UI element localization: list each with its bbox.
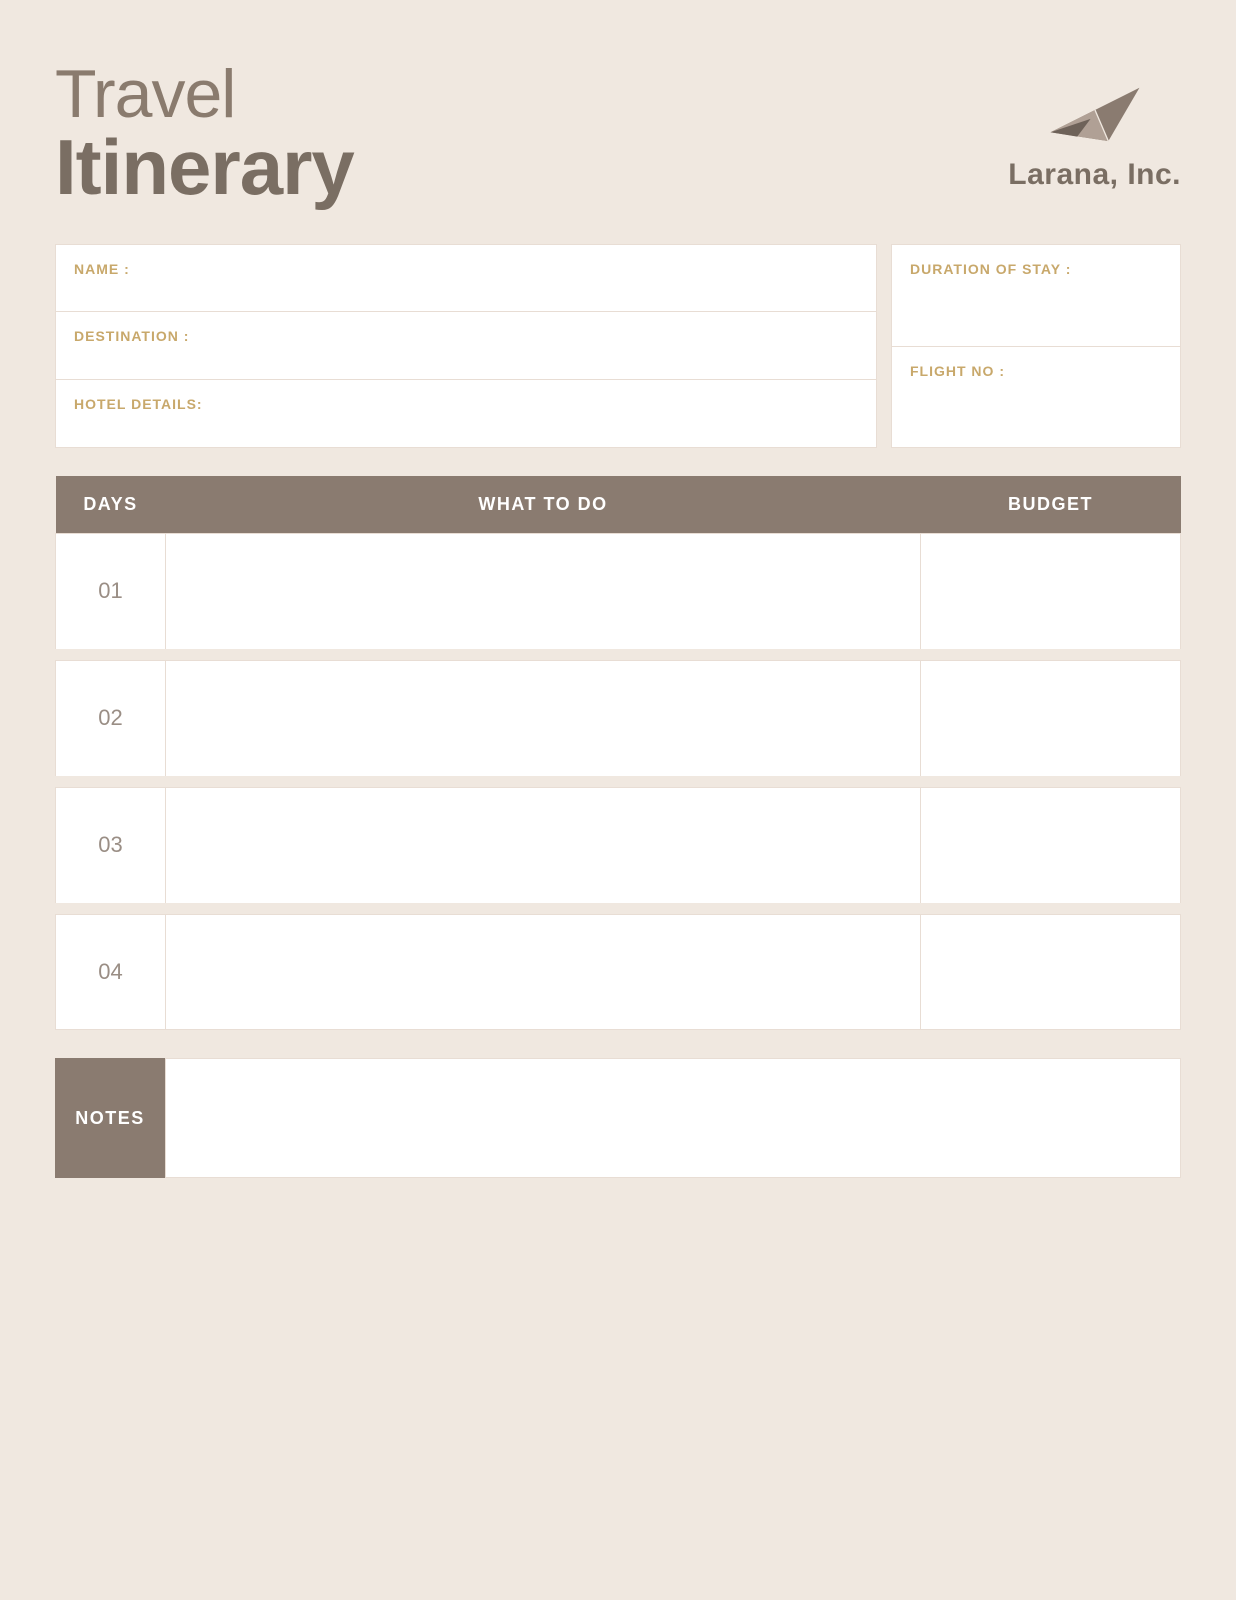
table-row: 04: [56, 915, 1181, 1030]
paper-plane-icon: [1040, 70, 1150, 150]
day-cell: 04: [56, 915, 166, 1030]
hotel-label: HOTEL DETAILS:: [74, 396, 858, 412]
hotel-field[interactable]: HOTEL DETAILS:: [55, 380, 877, 448]
budget-cell[interactable]: [921, 661, 1181, 776]
flight-label: FLIGHT NO :: [910, 363, 1162, 379]
duration-label: DURATION OF STAY :: [910, 261, 1162, 277]
what-cell[interactable]: [166, 788, 921, 903]
name-label: NAME :: [74, 261, 858, 277]
notes-content[interactable]: [165, 1058, 1181, 1178]
info-left: NAME : DESTINATION : HOTEL DETAILS:: [55, 244, 877, 448]
day-number: 02: [98, 705, 122, 730]
spacer-row: [56, 903, 1181, 915]
table-row: 03: [56, 788, 1181, 903]
title-block: Travel Itinerary: [55, 60, 354, 206]
what-cell[interactable]: [166, 534, 921, 649]
budget-cell[interactable]: [921, 788, 1181, 903]
page: Travel Itinerary Larana, Inc. NAME :: [0, 0, 1236, 1600]
notes-label: NOTES: [75, 1108, 145, 1129]
info-section: NAME : DESTINATION : HOTEL DETAILS: DURA…: [55, 244, 1181, 448]
duration-field[interactable]: DURATION OF STAY :: [891, 244, 1181, 347]
title-travel: Travel: [55, 60, 354, 128]
budget-cell[interactable]: [921, 915, 1181, 1030]
destination-label: DESTINATION :: [74, 328, 858, 344]
table-row: 01: [56, 534, 1181, 649]
table-row: 02: [56, 661, 1181, 776]
destination-field[interactable]: DESTINATION :: [55, 312, 877, 380]
spacer-row: [56, 776, 1181, 788]
day-number: 04: [98, 959, 122, 984]
day-cell: 01: [56, 534, 166, 649]
day-number: 01: [98, 578, 122, 603]
schedule-table: DAYS WHAT TO DO BUDGET 01 02: [55, 476, 1181, 1030]
company-name: Larana, Inc.: [1008, 158, 1181, 192]
day-cell: 02: [56, 661, 166, 776]
what-cell[interactable]: [166, 915, 921, 1030]
table-header-row: DAYS WHAT TO DO BUDGET: [56, 476, 1181, 534]
day-number: 03: [98, 832, 122, 857]
col-budget-header: BUDGET: [921, 476, 1181, 534]
logo-block: Larana, Inc.: [1008, 60, 1181, 192]
notes-label-cell: NOTES: [55, 1058, 165, 1178]
spacer-row: [56, 649, 1181, 661]
what-cell[interactable]: [166, 661, 921, 776]
title-itinerary: Itinerary: [55, 128, 354, 206]
header: Travel Itinerary Larana, Inc.: [55, 60, 1181, 206]
name-field[interactable]: NAME :: [55, 244, 877, 312]
info-right: DURATION OF STAY : FLIGHT NO :: [891, 244, 1181, 448]
col-days-header: DAYS: [56, 476, 166, 534]
notes-section: NOTES: [55, 1058, 1181, 1178]
budget-cell[interactable]: [921, 534, 1181, 649]
flight-field[interactable]: FLIGHT NO :: [891, 347, 1181, 449]
col-what-header: WHAT TO DO: [166, 476, 921, 534]
day-cell: 03: [56, 788, 166, 903]
